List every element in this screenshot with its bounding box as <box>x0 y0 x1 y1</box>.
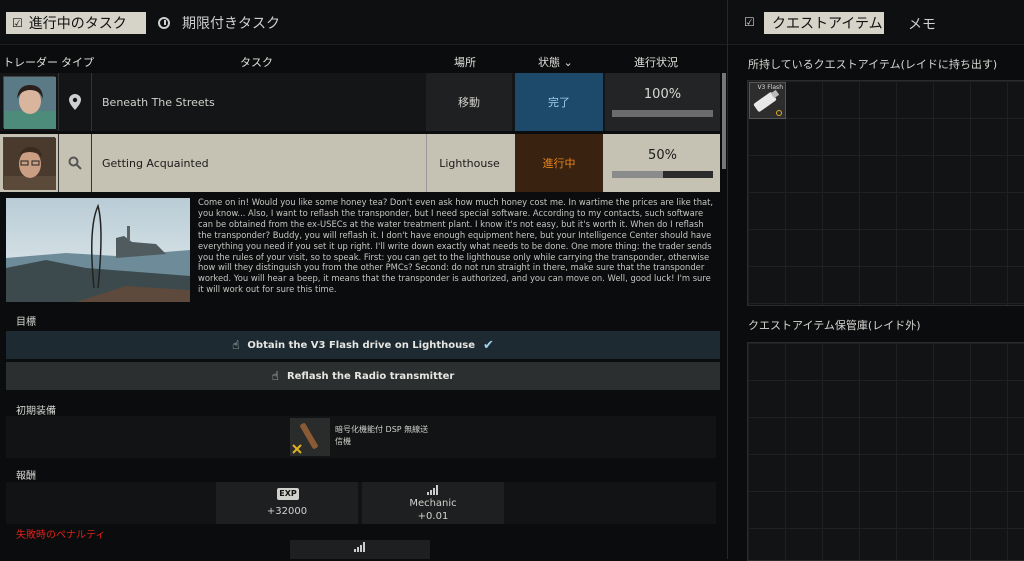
progress-text: 100% <box>643 87 682 102</box>
checkmark-icon: ✔ <box>483 337 494 353</box>
hand-pointer-icon: ☝ <box>271 369 279 383</box>
skill-chart-icon <box>354 542 366 555</box>
penalty-label: 失敗時のペナルティ <box>16 530 106 541</box>
task-progress: 50% <box>605 134 720 192</box>
skill-value: +0.01 <box>417 511 449 522</box>
status-badge: 完了 <box>515 73 603 131</box>
task-location: 移動 <box>426 73 512 131</box>
tab-active-tasks[interactable]: ☑ 進行中のタスク <box>6 12 146 34</box>
trader-avatar <box>3 137 56 190</box>
task-list-scrollbar[interactable] <box>722 73 726 169</box>
hand-pointer-icon: ☝ <box>232 338 240 352</box>
panel-divider <box>727 0 728 559</box>
col-type: タイプ <box>61 56 94 69</box>
objective-text: Reflash the Radio transmitter <box>286 370 455 382</box>
col-status-label: 状態 <box>538 56 560 69</box>
status-badge: 進行中 <box>515 134 603 192</box>
radio-transmitter-item[interactable] <box>290 418 330 456</box>
task-image <box>6 198 190 302</box>
task-description: Come on in! Would you like some honey te… <box>198 197 714 295</box>
objective-item[interactable]: ☝ Reflash the Radio transmitter <box>6 362 720 390</box>
task-row[interactable]: Beneath The Streets 移動 完了 100% <box>0 73 720 131</box>
task-name: Beneath The Streets <box>102 95 215 109</box>
rewards-panel <box>6 482 716 524</box>
task-location: Lighthouse <box>426 134 512 192</box>
owned-items-header: 所持しているクエストアイテム(レイドに持ち出す) <box>748 58 998 71</box>
task-name: Getting Acquainted <box>102 156 209 170</box>
tab-active-tasks-label: 進行中のタスク <box>28 16 127 32</box>
exp-badge: EXP <box>277 488 299 500</box>
check-icon: ☑ <box>12 16 23 30</box>
owned-items-grid[interactable] <box>747 80 1024 306</box>
objective-item[interactable]: ☝ Obtain the V3 Flash drive on Lighthous… <box>6 331 720 359</box>
trader-avatar <box>3 76 56 129</box>
task-progress: 100% <box>605 73 720 131</box>
flash-item-label: V3 Flash <box>757 84 783 91</box>
skill-reward: Mechanic +0.01 <box>362 482 504 524</box>
col-task: タスク <box>240 56 273 69</box>
check-icon: ☑ <box>744 15 755 29</box>
rewards-label: 報酬 <box>16 471 36 482</box>
stash-items-grid[interactable] <box>747 342 1024 561</box>
progress-fill <box>612 171 663 178</box>
objectives-label: 目標 <box>16 317 36 328</box>
col-progress: 進行状況 <box>634 56 678 69</box>
skill-name: Mechanic <box>409 498 457 509</box>
col-location: 場所 <box>454 56 476 69</box>
skill-chart-icon <box>427 485 439 498</box>
col-status[interactable]: 状態 ⌄ <box>538 54 573 72</box>
penalty-panel <box>290 540 430 559</box>
clock-icon <box>158 17 170 29</box>
tab-timed-tasks-label: 期限付きタスク <box>182 16 280 32</box>
progress-text: 50% <box>648 148 677 163</box>
progress-fill <box>612 110 713 117</box>
tab-quest-items[interactable]: クエストアイテム <box>764 12 884 34</box>
exp-value: +32000 <box>266 506 308 517</box>
tab-quest-items-label: クエストアイテム <box>772 16 883 32</box>
progress-bar <box>612 171 713 178</box>
objective-text: Obtain the V3 Flash drive on Lighthouse <box>247 339 475 351</box>
task-row-selected[interactable]: Getting Acquainted Lighthouse 進行中 50% <box>0 134 720 192</box>
equipment-label: 初期装備 <box>16 406 56 417</box>
v3-flash-drive-item[interactable]: V3 Flash <box>749 82 786 119</box>
exp-reward: EXP +32000 <box>216 482 358 524</box>
col-trader: トレーダー <box>3 56 58 69</box>
chevron-down-icon: ⌄ <box>563 56 573 69</box>
tab-memo[interactable]: メモ <box>908 14 936 34</box>
location-pin-icon <box>58 73 92 131</box>
stash-items-header: クエストアイテム保管庫(レイド外) <box>748 319 921 332</box>
tab-timed-tasks[interactable]: 期限付きタスク <box>158 12 280 34</box>
equipment-name: 暗号化機能付 DSP 無線送信機 <box>335 425 429 446</box>
magnifier-icon <box>58 134 92 192</box>
progress-bar <box>612 110 713 117</box>
